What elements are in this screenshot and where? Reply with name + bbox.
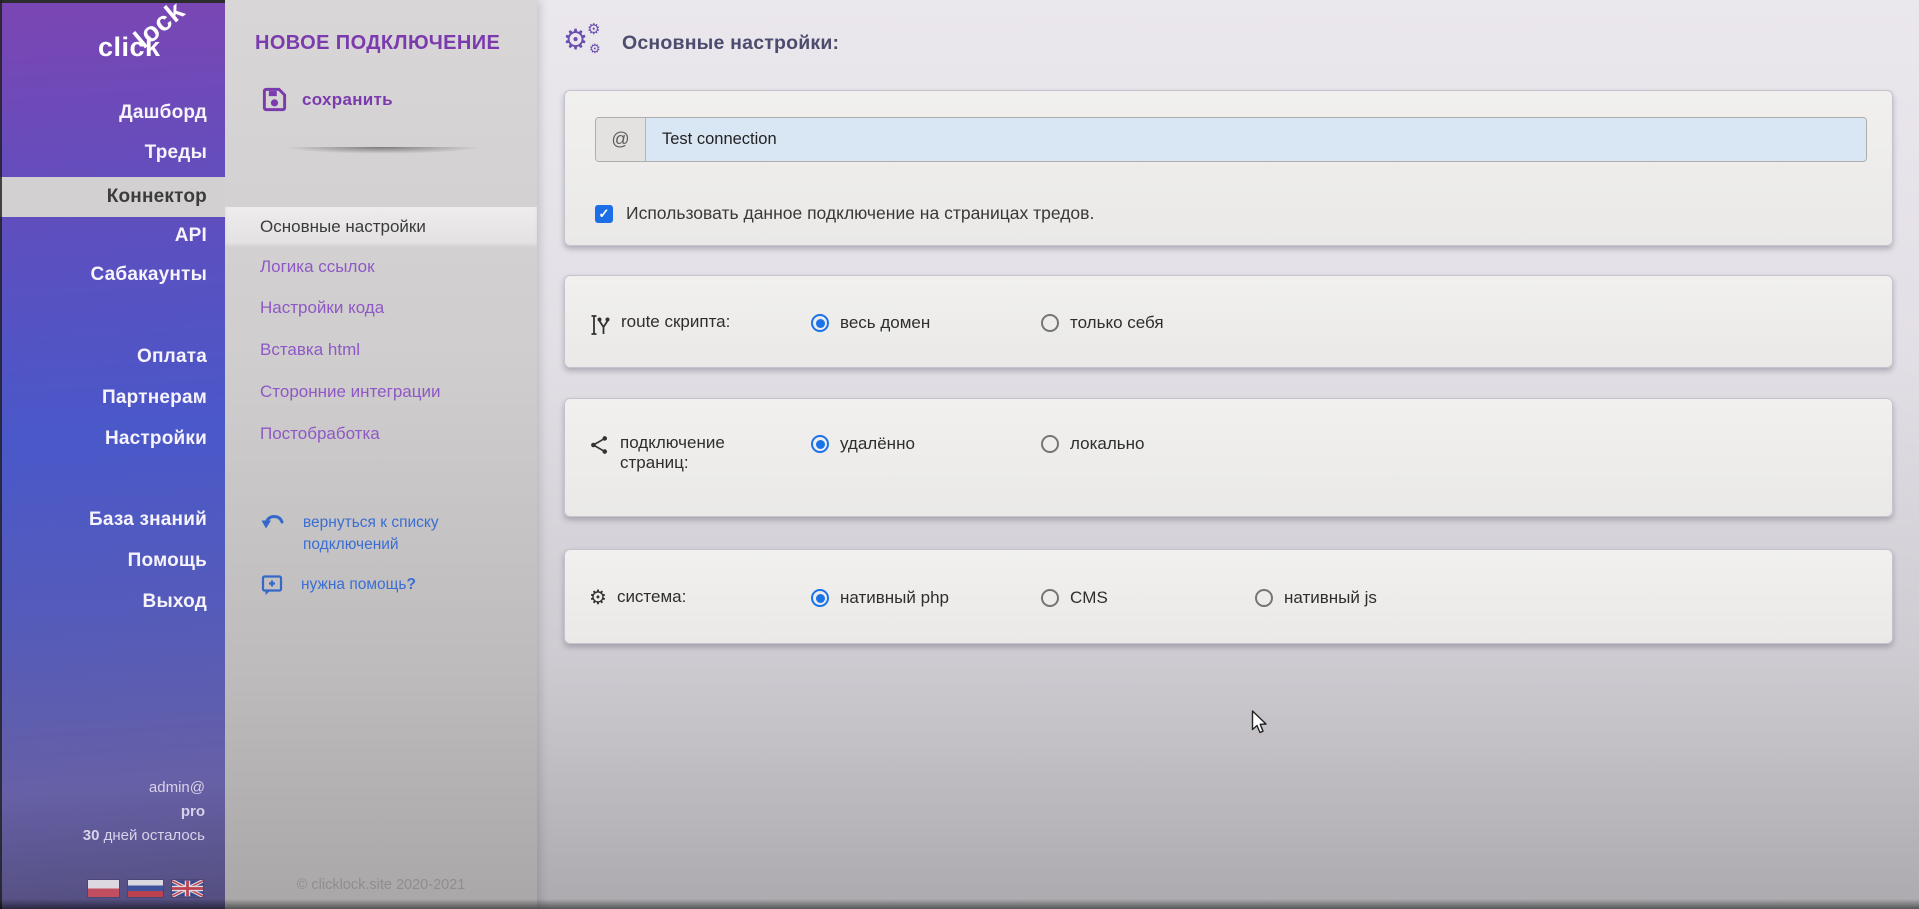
language-switcher — [88, 880, 203, 897]
route-icon — [589, 313, 611, 337]
share-icon — [589, 434, 610, 456]
panel-tab-basic-settings[interactable]: Основные настройки — [225, 207, 537, 247]
radio-whole-domain[interactable]: весь домен — [811, 313, 930, 333]
connection-name-card: @ Использовать данное подключение на стр… — [564, 90, 1893, 246]
panel-tab-html-insert[interactable]: Вставка html — [225, 330, 537, 370]
account-email: admin@ — [83, 776, 205, 800]
panel-divider — [251, 147, 513, 156]
threads-checkbox-label: Использовать данное подключение на стран… — [626, 203, 1094, 224]
account-days-remaining: 30 дней осталось — [83, 824, 205, 848]
connection-name-input-group: @ — [595, 117, 1867, 162]
copyright-text: © clicklock.site 2020-2021 — [225, 877, 537, 893]
sidebar-item-connector[interactable]: Коннектор — [0, 177, 225, 217]
radio-circle[interactable] — [1041, 314, 1059, 332]
pages-connection-label: подключение страниц: — [620, 433, 769, 473]
use-on-threads-row[interactable]: Использовать данное подключение на стран… — [595, 203, 1094, 224]
pages-connection-label-row: подключение страниц: — [589, 433, 769, 473]
save-button-label: сохранить — [302, 90, 393, 110]
sidebar-item-payment[interactable]: Оплата — [0, 337, 225, 377]
system-card: ⚙ система: нативный php CMS нативный js — [564, 549, 1893, 644]
help-link-label: нужна помощь? — [301, 574, 416, 596]
account-plan: pro — [83, 800, 205, 824]
back-link-label: вернуться к списку подключений — [303, 512, 508, 556]
panel-title: НОВОЕ ПОДКЛЮЧЕНИЕ — [255, 32, 500, 55]
radio-local[interactable]: локально — [1041, 434, 1144, 454]
floppy-icon — [261, 86, 288, 113]
panel-tab-link-logic[interactable]: Логика ссылок — [225, 247, 537, 287]
main-content: ⚙⚙⚙ Основные настройки: @ Использовать д… — [537, 0, 1919, 909]
radio-circle[interactable] — [1041, 435, 1059, 453]
radio-circle[interactable] — [811, 589, 829, 607]
connection-panel: НОВОЕ ПОДКЛЮЧЕНИЕ сохранить Основные нас… — [225, 0, 537, 909]
radio-remote[interactable]: удалённо — [811, 434, 915, 454]
save-button[interactable]: сохранить — [261, 86, 393, 113]
system-label: система: — [617, 587, 686, 607]
flag-uk-icon[interactable] — [172, 880, 203, 897]
threads-checkbox[interactable] — [595, 205, 613, 223]
sidebar-item-api[interactable]: API — [0, 216, 225, 256]
sidebar-item-help[interactable]: Помощь — [0, 541, 225, 581]
account-info: admin@ pro 30 дней осталось — [83, 776, 205, 848]
radio-circle[interactable] — [1255, 589, 1273, 607]
flag-russia-icon[interactable] — [128, 880, 163, 897]
pages-connection-card: подключение страниц: удалённо локально — [564, 398, 1893, 517]
need-help-link[interactable]: нужна помощь? — [261, 574, 416, 596]
main-header: ⚙⚙⚙ Основные настройки: — [563, 24, 839, 62]
sidebar-item-dashboard[interactable]: Дашборд — [0, 93, 225, 133]
radio-circle[interactable] — [1041, 589, 1059, 607]
sidebar-item-partners[interactable]: Партнерам — [0, 378, 225, 418]
gears-icon: ⚙⚙⚙ — [563, 24, 605, 62]
gear-icon: ⚙ — [589, 588, 607, 608]
radio-native-php[interactable]: нативный php — [811, 588, 949, 608]
radio-cms[interactable]: CMS — [1041, 588, 1108, 608]
sidebar-item-logout[interactable]: Выход — [0, 582, 225, 622]
radio-circle[interactable] — [811, 435, 829, 453]
panel-tab-integrations[interactable]: Сторонние интеграции — [225, 372, 537, 412]
connection-name-input[interactable] — [646, 118, 1866, 161]
route-script-label: route скрипта: — [621, 312, 730, 332]
radio-only-self[interactable]: только себя — [1041, 313, 1164, 333]
clicklock-logo[interactable]: click lock — [98, 8, 218, 70]
sidebar-item-subaccounts[interactable]: Сабакаунты — [0, 255, 225, 295]
main-header-title: Основные настройки: — [622, 32, 839, 55]
sidebar: click lock Дашборд Треды Коннектор API С… — [0, 0, 225, 909]
flag-poland-icon[interactable] — [88, 880, 119, 897]
comment-plus-icon — [261, 574, 283, 596]
route-script-label-row: route скрипта: — [589, 312, 730, 337]
mouse-cursor — [1251, 710, 1275, 736]
radio-circle[interactable] — [811, 314, 829, 332]
panel-tab-postprocessing[interactable]: Постобработка — [225, 414, 537, 454]
sidebar-item-settings[interactable]: Настройки — [0, 419, 225, 459]
route-script-card: route скрипта: весь домен только себя — [564, 275, 1893, 368]
at-sign-icon: @ — [596, 118, 646, 161]
undo-icon — [261, 512, 285, 532]
back-to-connections-link[interactable]: вернуться к списку подключений — [261, 512, 508, 556]
radio-native-js[interactable]: нативный js — [1255, 588, 1377, 608]
system-label-row: ⚙ система: — [589, 587, 686, 608]
sidebar-item-knowledge-base[interactable]: База знаний — [0, 500, 225, 540]
panel-tab-code-settings[interactable]: Настройки кода — [225, 288, 537, 328]
sidebar-item-threads[interactable]: Треды — [0, 133, 225, 173]
